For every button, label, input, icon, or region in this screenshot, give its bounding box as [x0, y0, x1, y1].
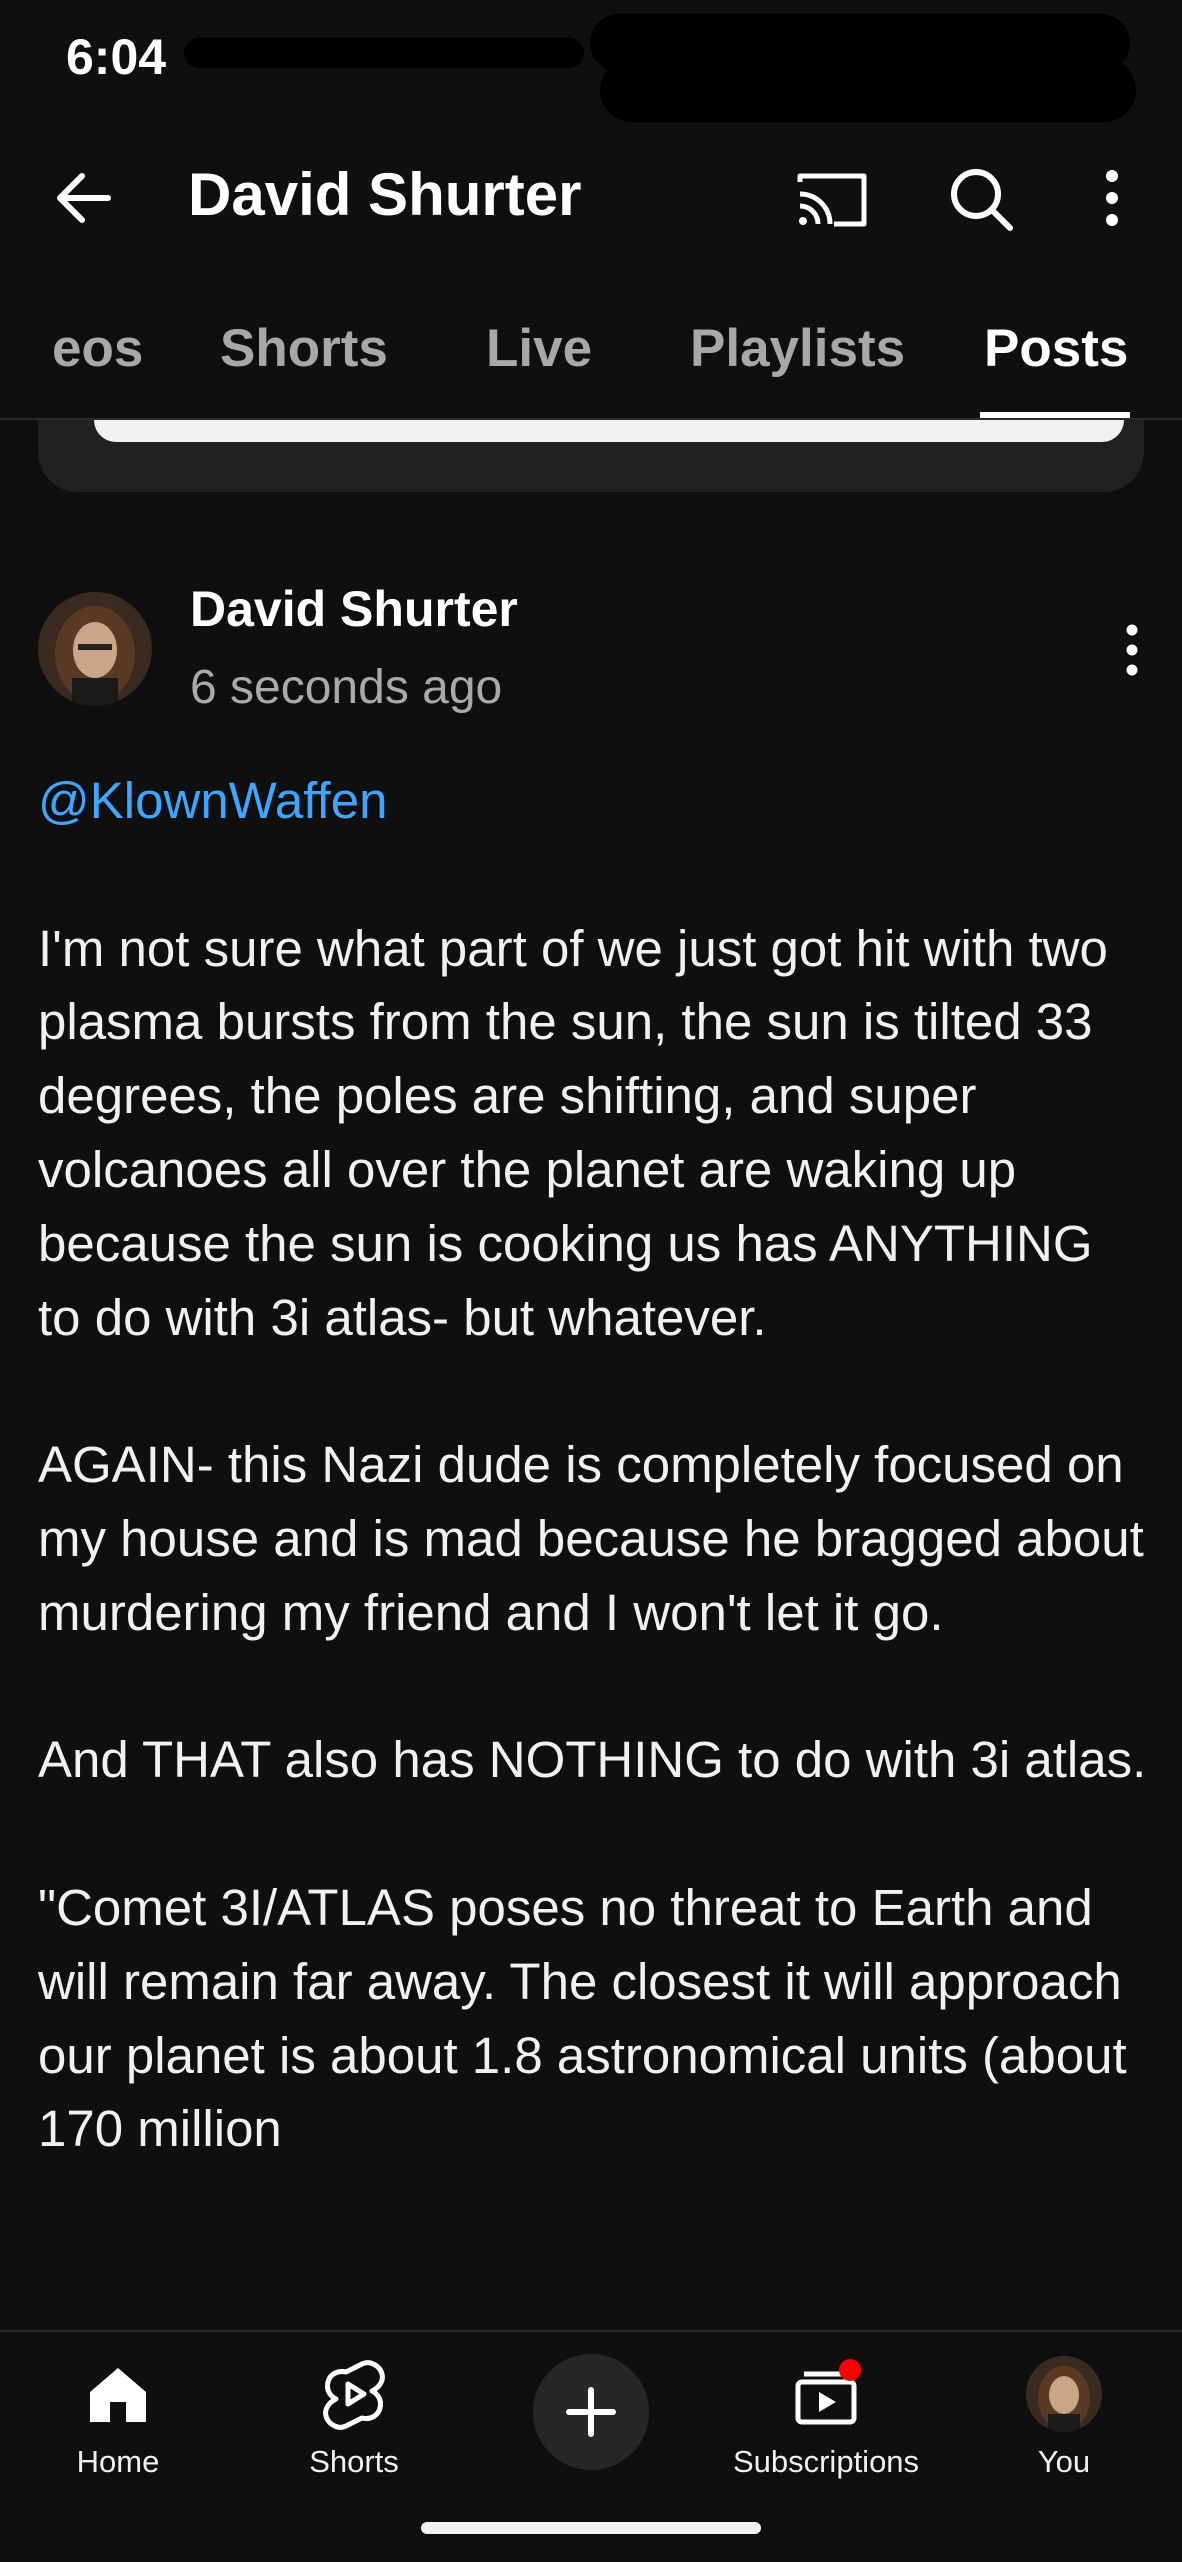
- nav-shorts[interactable]: Shorts: [254, 2356, 454, 2480]
- tab-videos[interactable]: eos: [52, 318, 143, 379]
- cast-icon: [797, 173, 867, 227]
- back-arrow-icon: [57, 173, 111, 223]
- post-body: @KlownWaffen I'm not sure what part of w…: [38, 764, 1148, 2166]
- status-time: 6:04: [66, 29, 167, 85]
- previous-post-card: [38, 420, 1144, 492]
- mention-link[interactable]: @KlownWaffen: [38, 764, 1148, 838]
- more-vert-icon: [1126, 624, 1138, 676]
- app-header: David Shurter: [0, 120, 1182, 270]
- shorts-icon: [323, 2360, 385, 2430]
- status-bar: 6:04: [0, 0, 1182, 122]
- post-paragraph: "Comet 3I/ATLAS poses no threat to Earth…: [38, 1878, 1127, 2158]
- redaction-mark: [184, 38, 584, 68]
- nav-home-label: Home: [76, 2444, 160, 2479]
- back-button[interactable]: [46, 158, 126, 238]
- notification-dot: [839, 2359, 861, 2381]
- active-tab-indicator: [980, 412, 1130, 418]
- nav-subscriptions[interactable]: Subscriptions: [726, 2356, 926, 2480]
- search-icon: [951, 169, 1013, 231]
- home-indicator[interactable]: [421, 2522, 761, 2534]
- nav-shorts-label: Shorts: [309, 2444, 399, 2479]
- post-options-button[interactable]: [1110, 612, 1154, 692]
- nav-you[interactable]: You: [964, 2356, 1164, 2480]
- nav-subscriptions-label: Subscriptions: [732, 2444, 920, 2479]
- nav-you-label: You: [1037, 2444, 1091, 2479]
- more-vert-icon: [1106, 170, 1118, 226]
- post-paragraph: AGAIN- this Nazi dude is completely focu…: [38, 1436, 1144, 1641]
- more-options-button[interactable]: [1070, 160, 1150, 240]
- plus-icon: [566, 2387, 616, 2437]
- post-paragraph: And THAT also has NOTHING to do with 3i …: [38, 1731, 1147, 1789]
- author-avatar[interactable]: [38, 592, 152, 706]
- search-button[interactable]: [942, 160, 1022, 240]
- subscriptions-icon: [795, 2359, 861, 2425]
- tab-shorts[interactable]: Shorts: [220, 318, 388, 379]
- you-avatar: [1026, 2356, 1102, 2432]
- redaction-mark: [600, 58, 1136, 122]
- tab-posts[interactable]: Posts: [984, 318, 1128, 379]
- post-paragraph: I'm not sure what part of we just got hi…: [38, 919, 1108, 1346]
- post-timestamp: 6 seconds ago: [190, 661, 503, 714]
- nav-home[interactable]: Home: [18, 2356, 218, 2480]
- tab-playlists[interactable]: Playlists: [690, 318, 905, 379]
- tab-live[interactable]: Live: [486, 318, 592, 379]
- create-button[interactable]: [533, 2354, 649, 2470]
- channel-tabs: eos Shorts Live Playlists Posts: [0, 270, 1182, 420]
- home-icon: [90, 2368, 146, 2422]
- channel-title: David Shurter: [188, 161, 582, 228]
- cast-button[interactable]: [792, 160, 872, 240]
- previous-post-button[interactable]: [94, 420, 1124, 442]
- post-author[interactable]: David Shurter: [190, 580, 518, 638]
